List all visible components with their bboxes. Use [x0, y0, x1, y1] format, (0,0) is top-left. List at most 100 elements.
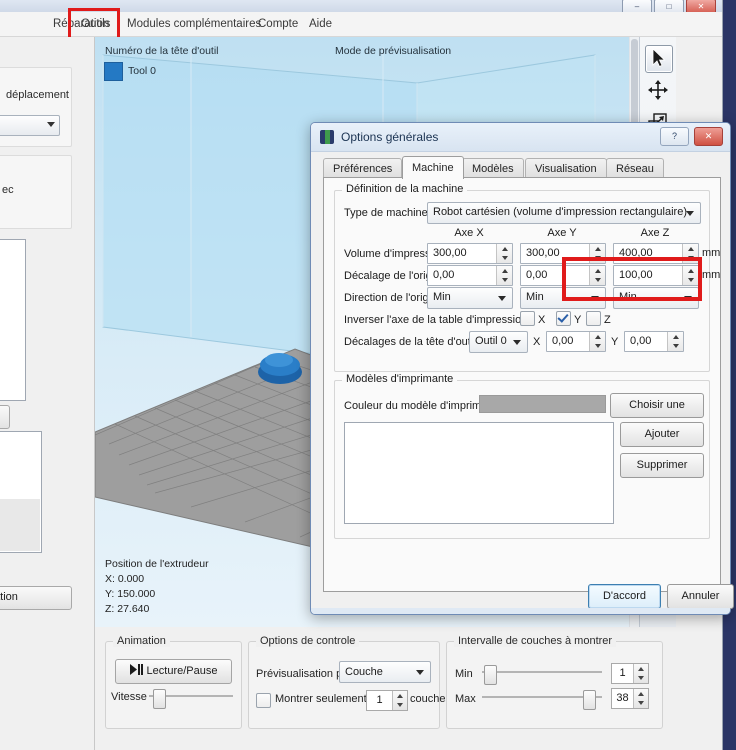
- speed-slider-knob[interactable]: [152, 689, 166, 709]
- menu-item-aide[interactable]: Aide: [300, 12, 341, 36]
- choose-color-button[interactable]: Choisir une couleur: [610, 393, 704, 433]
- app-icon: [320, 130, 334, 144]
- extruder-position-title: Position de l'extrudeur: [105, 558, 209, 570]
- origin-direction-y-value: Min: [526, 291, 544, 303]
- origin-offset-x-value: 0,00: [433, 269, 455, 281]
- spinner-buttons[interactable]: [392, 691, 407, 710]
- chevron-down-icon: [498, 296, 506, 301]
- play-pause-icon: [129, 660, 143, 682]
- print-volume-unit: mm: [702, 247, 721, 259]
- tab-preferences[interactable]: Préférences: [323, 158, 403, 179]
- control-options-group: [248, 641, 440, 729]
- show-only-checkbox[interactable]: [256, 693, 271, 708]
- left-preview-thumb: [0, 499, 40, 551]
- extruder-y-value: Y: 150.000: [105, 588, 156, 600]
- spinner-buttons[interactable]: [633, 689, 648, 708]
- select-tool-button[interactable]: [645, 45, 673, 73]
- tool-head-number-label: Numéro de la tête d'outil: [105, 45, 219, 57]
- dialog-tab-strip: Préférences Machine Modèles Visualisatio…: [323, 156, 719, 179]
- preview-by-select[interactable]: Couche: [339, 661, 431, 683]
- print-volume-x-value: 300,00: [433, 247, 467, 259]
- dialog-close-button[interactable]: ✕: [694, 127, 723, 146]
- machine-type-select[interactable]: Robot cartésien (volume d'impression rec…: [427, 202, 701, 224]
- invert-axis-y-checkbox[interactable]: [556, 311, 571, 326]
- spinner-buttons[interactable]: [496, 244, 512, 263]
- animation-group: [105, 641, 242, 729]
- invert-axis-z-label: Z: [604, 314, 611, 326]
- cursor-arrow-icon: [652, 48, 666, 68]
- printer-models-list[interactable]: [344, 422, 614, 524]
- play-pause-label: Lecture/Pause: [146, 665, 218, 677]
- tab-machine[interactable]: Machine: [402, 156, 464, 179]
- left-combo-move[interactable]: [0, 115, 60, 136]
- spinner-buttons[interactable]: [589, 332, 605, 351]
- extruder-position-readout: Position de l'extrudeur X: 0.000 Y: 150.…: [105, 557, 209, 617]
- show-only-layers-value: 1: [376, 694, 383, 706]
- animation-group-legend: Animation: [113, 635, 170, 647]
- dialog-titlebar[interactable]: Options générales ? ✕: [311, 123, 730, 152]
- control-options-legend: Options de controle: [256, 635, 360, 647]
- origin-direction-x-select[interactable]: Min: [427, 287, 513, 309]
- menu-item-compte[interactable]: Compte: [249, 12, 307, 36]
- layer-max-slider-knob[interactable]: [583, 690, 597, 710]
- dialog-title: Options générales: [341, 130, 439, 144]
- printer-color-swatch[interactable]: [479, 395, 606, 413]
- layer-range-group: [446, 641, 663, 729]
- left-listbox[interactable]: [0, 239, 26, 401]
- invert-axis-x-checkbox[interactable]: [520, 311, 535, 326]
- dialog-help-button[interactable]: ?: [660, 127, 689, 146]
- layer-min-slider[interactable]: [482, 665, 602, 685]
- tool-select-value: Outil 0: [475, 335, 507, 347]
- z-origin-offset-highlight: [562, 257, 702, 301]
- origin-offset-y-value: 0,00: [526, 269, 548, 281]
- chevron-down-icon: [416, 670, 424, 675]
- layers-unit-label: couches: [410, 693, 451, 705]
- tool-offsets-label: Décalages de la tête d'outil: [344, 336, 476, 348]
- layer-min-spinner[interactable]: 1: [611, 663, 649, 684]
- spinner-buttons[interactable]: [667, 332, 683, 351]
- layer-range-legend: Intervalle de couches à montrer: [454, 635, 617, 647]
- tab-visualisation[interactable]: Visualisation: [525, 158, 607, 179]
- pan-tool-button[interactable]: [645, 77, 673, 105]
- tool-select[interactable]: Outil 0: [469, 331, 528, 353]
- tool-color-swatch: [104, 62, 123, 81]
- invert-axis-y-label: Y: [574, 314, 582, 326]
- spinner-buttons[interactable]: [633, 664, 648, 683]
- tab-modeles[interactable]: Modèles: [462, 158, 524, 179]
- play-pause-button[interactable]: Lecture/Pause: [115, 659, 232, 684]
- show-only-label: Montrer seulement: [275, 693, 367, 705]
- menu-item-modules-complementaires[interactable]: Modules complémentaires: [118, 12, 270, 36]
- tool-offset-x-label: X: [533, 336, 541, 348]
- left-button-action[interactable]: ation: [0, 586, 72, 610]
- tool-offset-y-label: Y: [611, 336, 619, 348]
- tool-offset-x-value: 0,00: [552, 335, 574, 347]
- invert-axis-z-checkbox[interactable]: [586, 311, 601, 326]
- spinner-buttons[interactable]: [496, 266, 512, 285]
- show-only-layers-spinner[interactable]: 1: [366, 690, 408, 711]
- machine-definition-legend: Définition de la machine: [342, 183, 468, 195]
- layer-max-slider[interactable]: [482, 690, 602, 710]
- chevron-down-icon: [47, 122, 55, 127]
- layer-min-slider-knob[interactable]: [484, 665, 498, 685]
- layer-max-spinner[interactable]: 38: [611, 688, 649, 709]
- preview-mode-label: Mode de prévisualisation: [335, 45, 452, 57]
- move-arrows-icon: [648, 80, 668, 100]
- speed-slider[interactable]: [149, 689, 233, 709]
- add-model-button[interactable]: Ajouter: [620, 422, 704, 447]
- tool-offset-y-value: 0,00: [630, 335, 652, 347]
- left-button-disk[interactable]: e disque: [0, 405, 10, 429]
- tool-offset-y-input[interactable]: 0,00: [624, 331, 684, 352]
- print-volume-x-input[interactable]: 300,00: [427, 243, 513, 264]
- left-label-sec: ec: [2, 184, 14, 196]
- ok-button[interactable]: D'accord: [588, 584, 661, 609]
- origin-direction-x-value: Min: [433, 291, 451, 303]
- tab-reseau[interactable]: Réseau: [606, 158, 664, 179]
- left-side-panel: déplacement ec e disque ation: [0, 37, 95, 750]
- cancel-button[interactable]: Annuler: [667, 584, 734, 609]
- axis-header-x: Axe X: [454, 227, 484, 239]
- origin-offset-x-input[interactable]: 0,00: [427, 265, 513, 286]
- invert-axis-label: Inverser l'axe de la table d'impression: [344, 314, 528, 326]
- remove-model-button[interactable]: Supprimer: [620, 453, 704, 478]
- tool-offset-x-input[interactable]: 0,00: [546, 331, 606, 352]
- invert-axis-x-label: X: [538, 314, 546, 326]
